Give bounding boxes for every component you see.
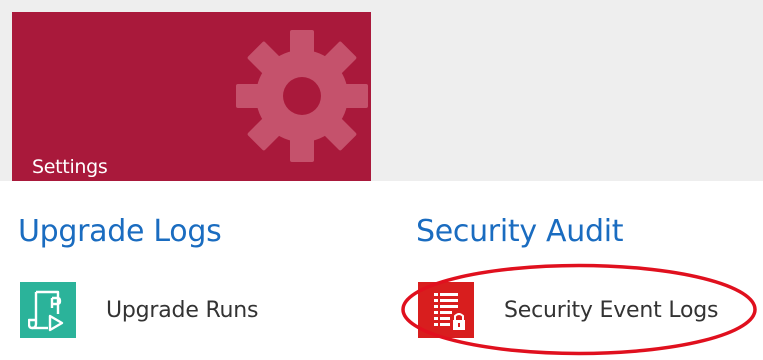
- upgrade-runs-item[interactable]: Upgrade Runs: [20, 282, 259, 338]
- gear-icon: [236, 30, 368, 162]
- security-event-logs-label: Security Event Logs: [504, 297, 719, 323]
- settings-tile[interactable]: Settings: [12, 12, 371, 181]
- security-event-logs-item[interactable]: Security Event Logs: [418, 282, 719, 338]
- settings-tile-label: Settings: [32, 156, 108, 178]
- scroll-play-icon: [20, 282, 76, 338]
- upgrade-runs-label: Upgrade Runs: [106, 297, 259, 323]
- security-audit-heading: Security Audit: [416, 214, 624, 249]
- document-lock-icon: [418, 282, 474, 338]
- upgrade-logs-heading: Upgrade Logs: [18, 214, 222, 249]
